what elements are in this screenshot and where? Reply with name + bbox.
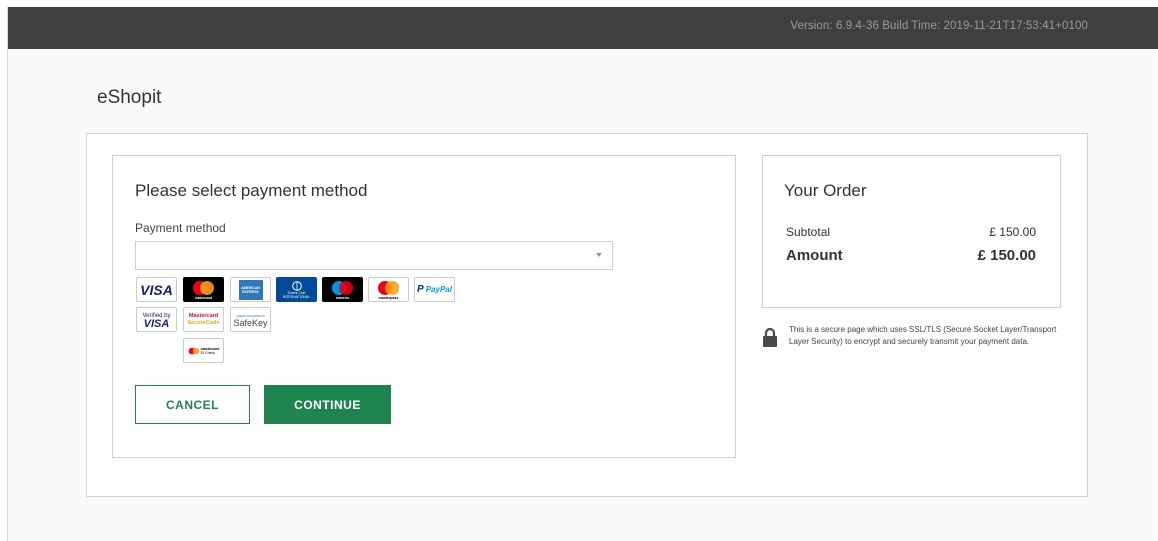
svg-text:maestro: maestro [336,296,349,300]
order-title: Your Order [784,181,867,200]
amex-safekey-logo: AMERICAN EXPRESS SafeKey [230,307,271,332]
maestro-logo: maestro [322,277,363,302]
mastercard-id-check-logo: mastercard ID Check [183,338,224,363]
svg-text:masterpass: masterpass [379,296,399,300]
chevron-down-icon [596,253,602,257]
mastercard-circles-icon: mastercard [193,281,214,300]
checkout-container: Please select payment method Payment met… [86,133,1088,497]
subtotal-label: Subtotal [786,225,831,239]
payment-method-label: Payment method [135,221,226,235]
secure-notice-text: This is a secure page which uses SSL/TLS… [789,325,1057,346]
mastercard-logo: mastercard [183,277,224,302]
subtotal-value: £ 150.00 [989,225,1036,239]
maestro-circles-icon: maestro [332,281,353,300]
masterpass-circles-icon: masterpass [378,281,399,300]
order-summary-panel: Your Order Subtotal £ 150.00 Amount £ 15… [762,155,1061,308]
payment-panel: Please select payment method Payment met… [112,155,736,458]
svg-text:mastercard: mastercard [195,296,212,300]
diners-circle-icon [291,280,302,291]
paypal-logo: P PayPal [414,277,455,302]
cancel-button[interactable]: CANCEL [135,385,250,424]
id-check-circles-icon [188,347,199,354]
amount-value: £ 150.00 [977,247,1036,264]
american-express-logo: AMERICAN EXPRESS [230,277,271,302]
version-info: Version: 6.9.4-36 Build Time: 2019-11-21… [790,20,1088,32]
top-bar: Version: 6.9.4-36 Build Time: 2019-11-21… [8,7,1158,49]
diners-club-logo: Diners Club INTERNATIONAL [276,277,317,302]
verified-by-visa-logo: Verified by VISA [136,307,177,332]
secure-notice: This is a secure page which uses SSL/TLS… [762,324,1062,364]
masterpass-logo: masterpass [368,277,409,302]
payment-method-select[interactable] [135,241,613,270]
amount-label: Amount [786,247,843,264]
lock-icon [763,327,777,347]
page-frame: Version: 6.9.4-36 Build Time: 2019-11-21… [7,7,1158,541]
shop-name: eShopit [97,87,162,108]
amex-box-icon: AMERICAN EXPRESS [238,279,263,300]
visa-logo: VISA [136,277,177,302]
continue-button[interactable]: CONTINUE [264,385,391,424]
mastercard-securecode-logo: Mastercard SecureCode [183,307,224,332]
payment-title: Please select payment method [135,181,368,200]
paypal-p-icon: P [417,284,424,295]
